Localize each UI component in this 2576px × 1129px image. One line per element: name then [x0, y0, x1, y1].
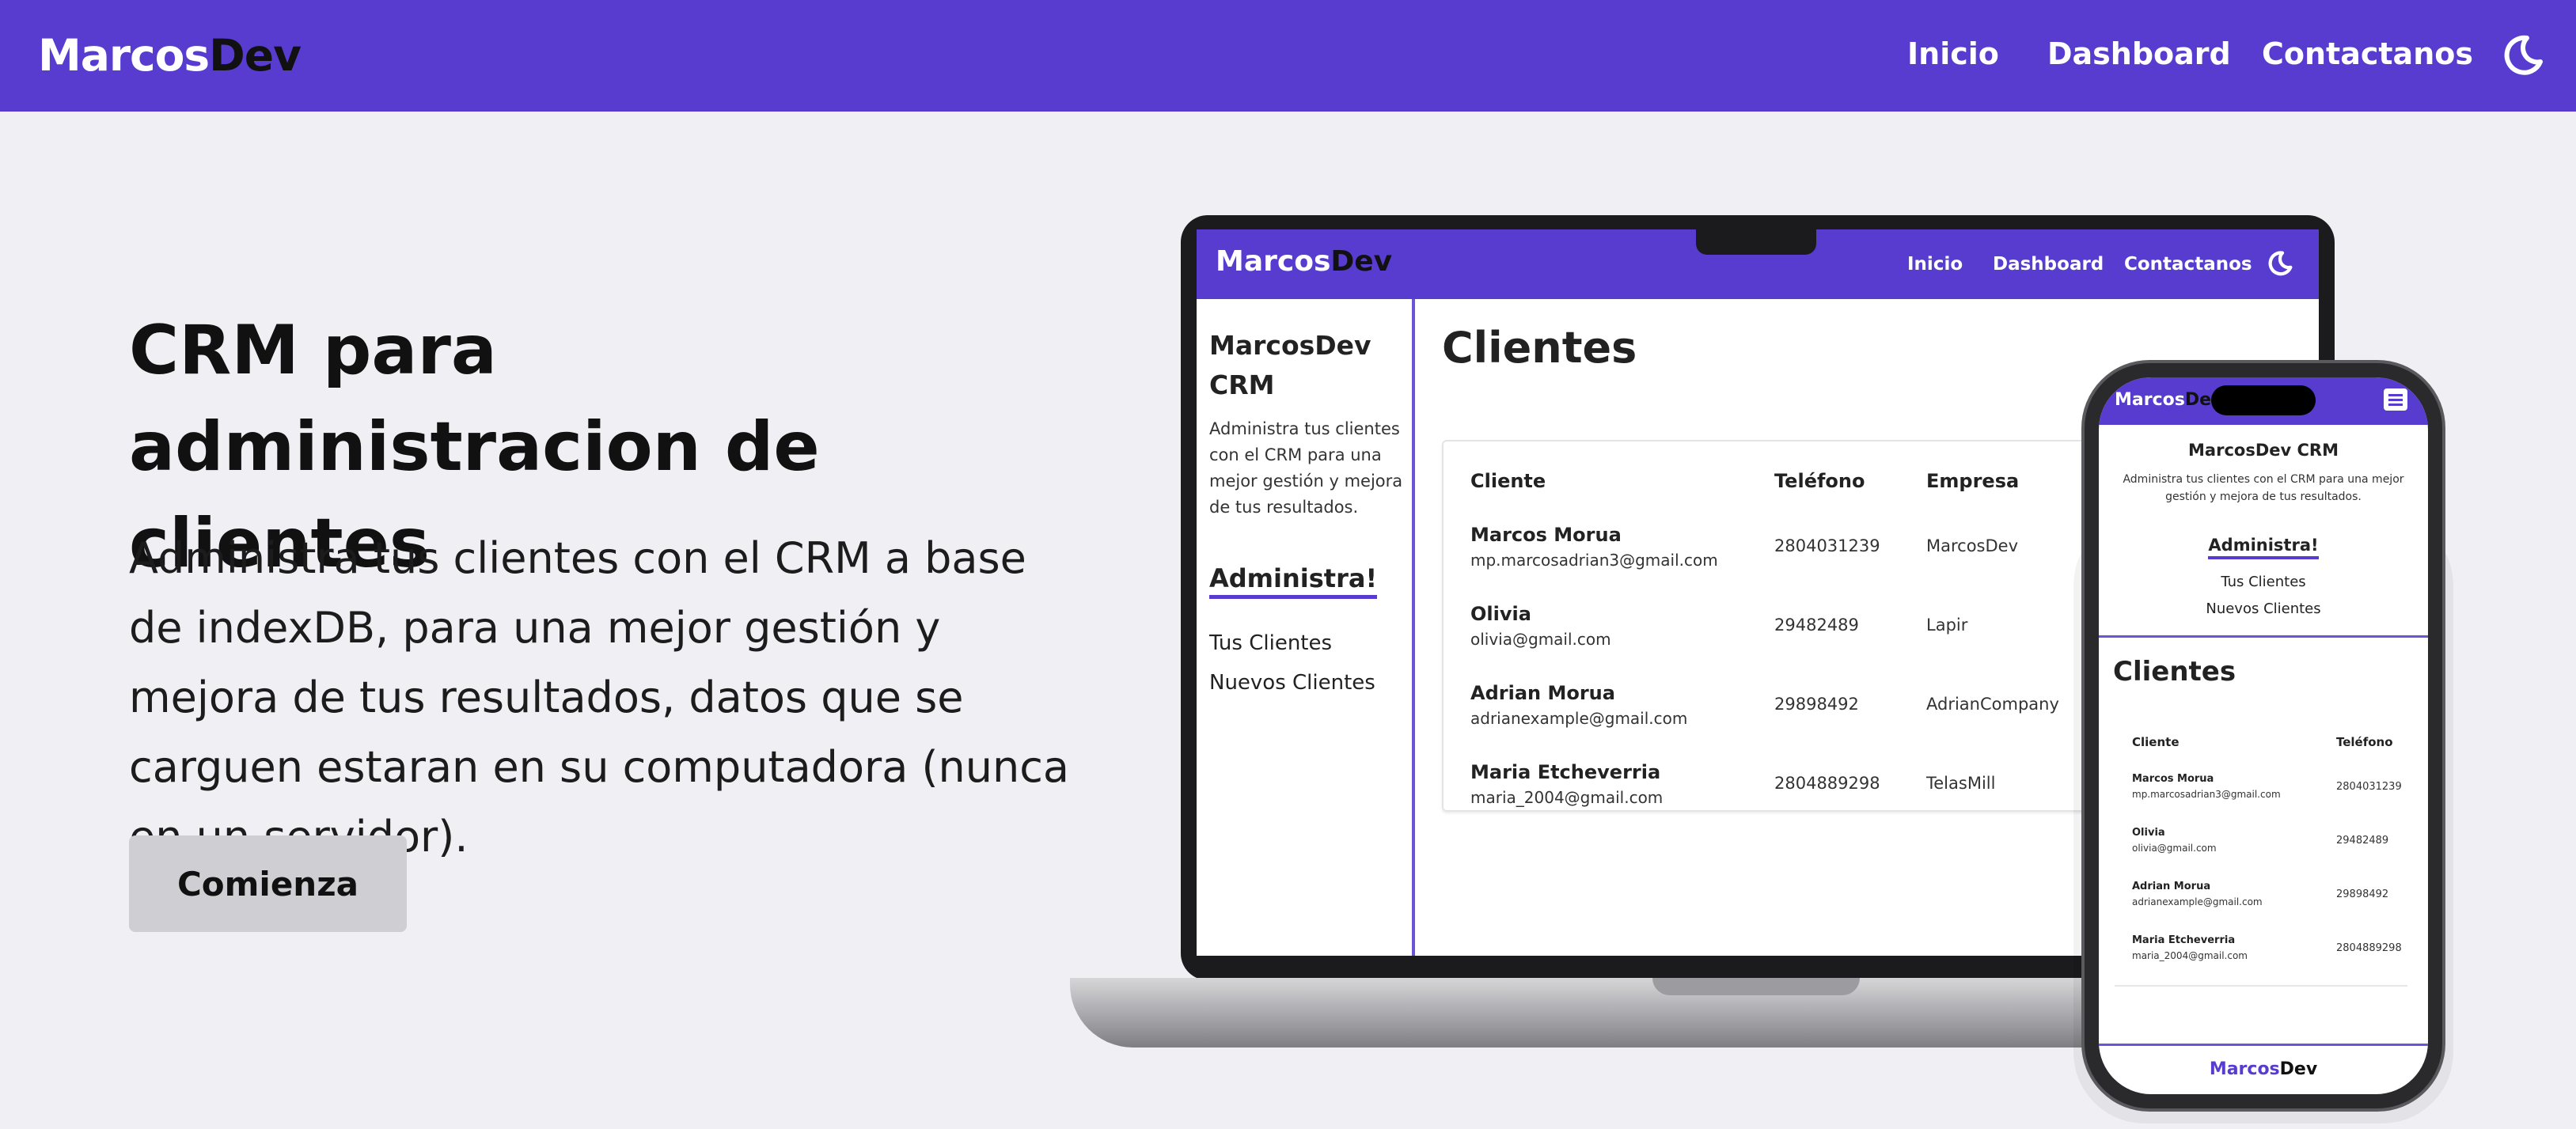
- phone-footer-part1: Marcos: [2209, 1059, 2280, 1079]
- laptop-row-email: maria_2004@gmail.com: [1470, 788, 1664, 807]
- phone-row-phone: 29482489: [2336, 835, 2389, 847]
- laptop-header-cliente: Cliente: [1470, 470, 1546, 492]
- laptop-brand-part2: Dev: [1330, 245, 1393, 278]
- laptop-row-name: Olivia: [1470, 603, 1531, 625]
- phone-row-email: maria_2004@gmail.com: [2132, 950, 2248, 961]
- phone-divider: [2099, 635, 2428, 638]
- moon-icon[interactable]: [2501, 33, 2545, 78]
- laptop-main-title: Clientes: [1442, 323, 1637, 373]
- laptop-row-name: Marcos Morua: [1470, 524, 1622, 546]
- nav-link-dashboard[interactable]: Dashboard: [2047, 36, 2231, 71]
- brand-logo-part2: Dev: [209, 30, 302, 81]
- phone-header-telefono: Teléfono: [2336, 735, 2393, 749]
- phone-footer-brand: MarcosDev: [2099, 1059, 2428, 1079]
- phone-footer-divider: [2099, 1044, 2428, 1046]
- hamburger-menu-icon: [2384, 388, 2407, 411]
- laptop-row-name: Adrian Morua: [1470, 682, 1615, 704]
- laptop-sidebar-tus-clientes: Tus Clientes: [1209, 631, 1333, 655]
- phone-dynamic-island: [2211, 385, 2316, 415]
- laptop-row-company: MarcosDev: [1926, 536, 2019, 555]
- phone-screen-preview: MarcosDev MarcosDev CRM Administra tus c…: [2099, 377, 2428, 1094]
- laptop-sidebar-title: MarcosDev CRM: [1209, 330, 1371, 400]
- laptop-row-phone: 29482489: [1774, 616, 1859, 635]
- phone-section-label: Administra!: [2208, 536, 2319, 559]
- nav-link-contactanos[interactable]: Contactanos: [2262, 36, 2473, 71]
- laptop-sidebar-nuevos-clientes: Nuevos Clientes: [1209, 671, 1375, 695]
- phone-row-name: Adrian Morua: [2132, 881, 2211, 892]
- phone-row-name: Marcos Morua: [2132, 773, 2214, 785]
- phone-row-email: olivia@gmail.com: [2132, 843, 2217, 854]
- phone-row-email: mp.marcosadrian3@gmail.com: [2132, 789, 2281, 800]
- phone-footer-part2: Dev: [2279, 1059, 2318, 1079]
- comienza-button[interactable]: Comienza: [129, 835, 407, 932]
- phone-section: Administra!: [2099, 536, 2428, 559]
- phone-clients-table: Cliente Teléfono Marcos Morua mp.marcosa…: [2115, 718, 2407, 987]
- top-navbar: MarcosDev Inicio Dashboard Contactanos: [0, 0, 2576, 112]
- phone-row-name: Olivia: [2132, 827, 2165, 839]
- laptop-row-email: mp.marcosadrian3@gmail.com: [1470, 551, 1718, 570]
- nav-link-inicio[interactable]: Inicio: [1907, 36, 1999, 71]
- phone-row-phone: 2804889298: [2336, 942, 2402, 954]
- laptop-nav-dashboard: Dashboard: [1993, 254, 2104, 275]
- laptop-preview-sidebar: MarcosDev CRM Administra tus clientes co…: [1197, 299, 1415, 956]
- brand-logo[interactable]: MarcosDev: [38, 30, 302, 81]
- phone-main-title: Clientes: [2113, 656, 2236, 688]
- phone-header-cliente: Cliente: [2132, 735, 2180, 749]
- phone-row-name: Maria Etcheverria: [2132, 934, 2236, 946]
- phone-description: Administra tus clientes con el CRM para …: [2123, 473, 2404, 503]
- laptop-sidebar-section: Administra!: [1209, 563, 1378, 599]
- phone-row-email: adrianexample@gmail.com: [2132, 896, 2263, 907]
- phone-preview-brand: MarcosDev: [2115, 390, 2222, 410]
- laptop-row-name: Maria Etcheverria: [1470, 761, 1661, 783]
- laptop-row-email: olivia@gmail.com: [1470, 630, 1611, 649]
- phone-row-phone: 29898492: [2336, 888, 2389, 900]
- hero-description: Administra tus clientes con el CRM a bas…: [129, 533, 1069, 862]
- laptop-camera-notch: [1696, 223, 1816, 255]
- laptop-sidebar-description: Administra tus clientes con el CRM para …: [1209, 419, 1403, 517]
- phone-title: MarcosDev CRM: [2188, 441, 2339, 460]
- laptop-preview-brand: MarcosDev: [1216, 245, 1392, 278]
- laptop-header-empresa: Empresa: [1926, 470, 2020, 492]
- phone-link-nuevos-clientes: Nuevos Clientes: [2206, 600, 2321, 617]
- laptop-brand-part1: Marcos: [1216, 245, 1331, 278]
- laptop-row-company: TelasMill: [1926, 774, 1996, 793]
- laptop-row-phone: 2804889298: [1774, 774, 1880, 793]
- laptop-nav-contactanos: Contactanos: [2124, 254, 2252, 275]
- phone-row-phone: 2804031239: [2336, 781, 2402, 793]
- laptop-header-telefono: Teléfono: [1774, 470, 1865, 492]
- laptop-moon-icon: [2268, 251, 2293, 276]
- laptop-row-phone: 2804031239: [1774, 536, 1880, 555]
- phone-brand-part1: Marcos: [2115, 390, 2185, 410]
- laptop-row-email: adrianexample@gmail.com: [1470, 709, 1688, 728]
- laptop-row-phone: 29898492: [1774, 695, 1859, 714]
- laptop-nav-inicio: Inicio: [1907, 254, 1963, 275]
- brand-logo-part1: Marcos: [38, 30, 210, 81]
- laptop-row-company: Lapir: [1926, 616, 1968, 635]
- laptop-row-company: AdrianCompany: [1926, 695, 2059, 714]
- laptop-base-lip: [1652, 978, 1860, 995]
- phone-link-tus-clientes: Tus Clientes: [2221, 574, 2306, 590]
